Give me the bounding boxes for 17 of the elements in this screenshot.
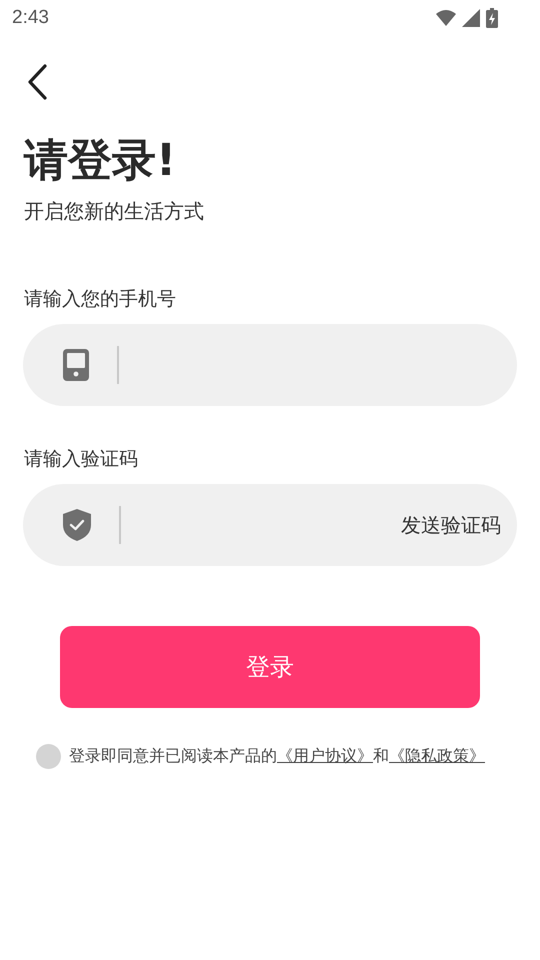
shield-check-icon: [63, 509, 91, 541]
status-time: 2:43: [12, 7, 49, 29]
signal-icon: [462, 9, 480, 27]
send-code-button[interactable]: 发送验证码: [401, 512, 501, 538]
page-title: 请登录!: [24, 134, 178, 188]
wifi-icon: [436, 10, 456, 26]
field-label: 请输入您的手机号: [24, 287, 177, 312]
code-input-field[interactable]: 发送验证码: [23, 484, 517, 566]
subtitle: 开启您新的生活方式: [24, 198, 205, 224]
phone-icon: [63, 349, 89, 381]
agreement-checkbox[interactable]: [36, 744, 61, 769]
user-agreement-link[interactable]: 《用户协议》: [277, 746, 373, 767]
field-label: 请输入验证码: [24, 447, 139, 472]
agreement-text: 和: [373, 746, 389, 767]
battery-icon: [486, 8, 498, 28]
privacy-policy-link[interactable]: 《隐私政策》: [389, 746, 485, 767]
agreement-text: 登录即同意并已阅读本产品的: [69, 746, 277, 767]
